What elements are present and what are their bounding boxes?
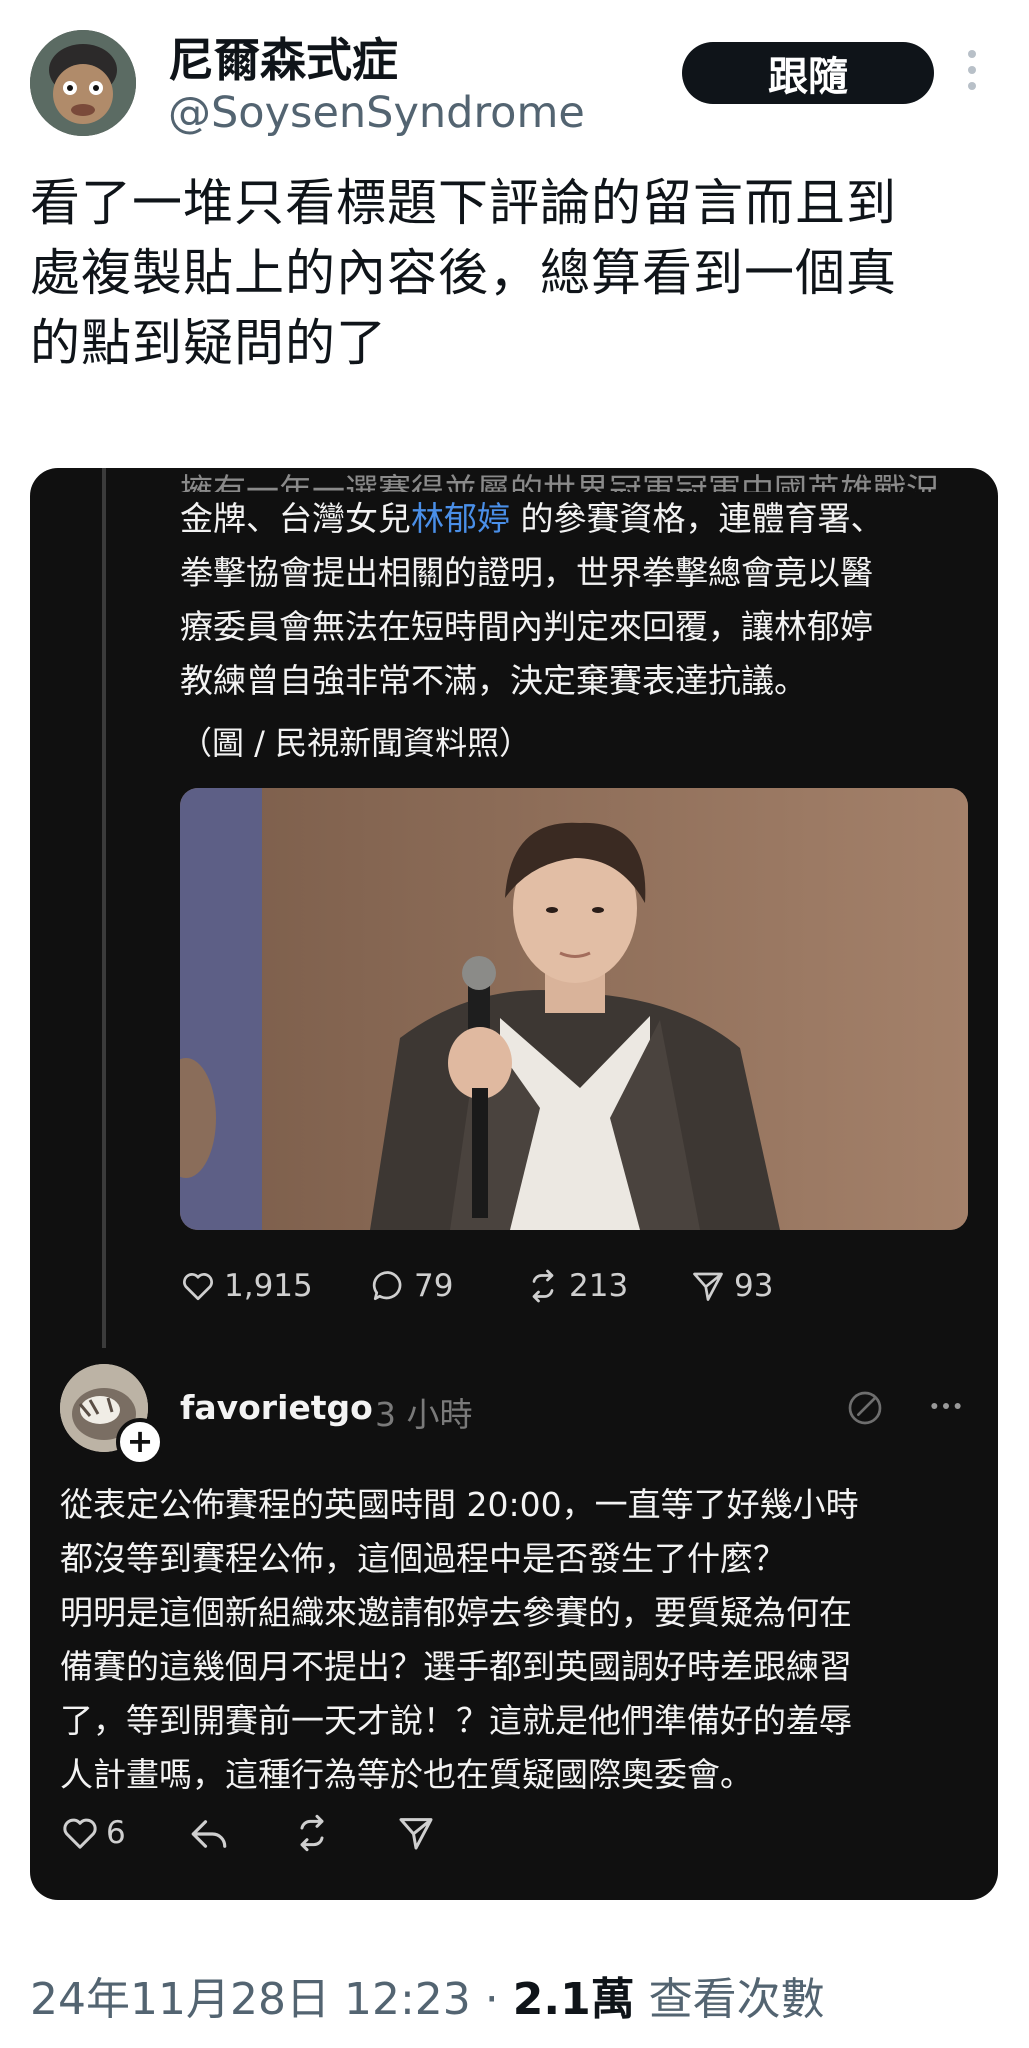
share-count: 93 <box>734 1268 774 1304</box>
reply-reply-button[interactable] <box>188 1813 230 1855</box>
reply-username[interactable]: favorietgo <box>180 1388 373 1427</box>
embedded-post-line: 教練曾自強非常不滿，決定棄賽表達抗議。 <box>180 661 807 700</box>
reply-text: 從表定公佈賽程的英國時間 20:00，一直等了好幾小時 都沒等到賽程公佈，這個過… <box>60 1478 970 1802</box>
heart-icon <box>63 1818 97 1849</box>
comment-icon <box>372 1271 402 1301</box>
tweet-meta: 24年11月28日 12:23 · 2.1萬 查看次數 <box>30 1963 825 2027</box>
linked-name[interactable]: 林郁婷 <box>411 499 510 538</box>
reply-count: 79 <box>414 1268 454 1304</box>
reply-arrow-icon <box>191 1820 227 1848</box>
reply-text-line: 明明是這個新組織來邀請郁婷去參賽的，要質疑為何在 <box>60 1593 852 1632</box>
repost-stat[interactable]: 213 <box>525 1268 628 1304</box>
repost-icon <box>300 1814 324 1852</box>
embedded-screenshot[interactable]: 擁有一年一選賽得並屬的世界冠軍冠軍中國英雄戰況 金牌、台灣女兒林郁婷 的參賽資格… <box>30 468 998 1900</box>
reply-text-line: 人計畫嗎，這種行為等於也在質疑國際奧委會。 <box>60 1755 753 1794</box>
embedded-post-line: 金牌、台灣女兒林郁婷 的參賽資格，連體育署、 <box>180 492 980 546</box>
cut-off-line: 擁有一年一選賽得並屬的世界冠軍冠軍中國英雄戰況 <box>180 471 939 492</box>
reply-share-button[interactable] <box>396 1813 436 1853</box>
follow-button[interactable]: 跟隨 <box>682 42 934 104</box>
like-stat[interactable]: 1,915 <box>180 1268 313 1304</box>
share-stat[interactable]: 93 <box>690 1268 773 1304</box>
tweet-text-line: 處複製貼上的內容後，總算看到一個真 <box>30 244 897 302</box>
photo-caption: （圖 / 民視新聞資料照） <box>180 724 532 762</box>
like-count: 1,915 <box>224 1268 313 1304</box>
reply-more-icon[interactable] <box>926 1386 966 1430</box>
repost-count: 213 <box>569 1268 629 1304</box>
view-label: 查看次數 <box>634 1974 825 2025</box>
embedded-post-line-part: 金牌、台灣女兒 <box>180 499 411 538</box>
author-avatar[interactable] <box>30 30 136 136</box>
reply-text-line: 從表定公佈賽程的英國時間 20:00，一直等了好幾小時 <box>60 1485 859 1524</box>
reply-text-line: 了，等到開賽前一天才說！？這就是他們準備好的羞辱 <box>60 1701 852 1740</box>
follow-plus-icon[interactable]: + <box>116 1418 164 1466</box>
reply-text-line: 都沒等到賽程公佈，這個過程中是否發生了什麼？ <box>60 1539 786 1578</box>
author-display-name[interactable]: 尼爾森式症 <box>168 24 398 90</box>
tweet-datetime[interactable]: 24年11月28日 12:23 <box>30 1974 471 2025</box>
reply-like-button[interactable]: 6 <box>60 1813 126 1853</box>
reply-stat[interactable]: 79 <box>370 1268 453 1304</box>
author-handle[interactable]: @SoysenSyndrome <box>168 88 585 138</box>
send-icon <box>693 1272 723 1301</box>
embedded-post-line: 療委員會無法在短時間內判定來回覆，讓林郁婷 <box>180 607 873 646</box>
reply-text-line: 備賽的這幾個月不提出？選手都到英國調好時差跟練習 <box>60 1647 852 1686</box>
reply-repost-button[interactable] <box>292 1813 332 1853</box>
reply-like-count: 6 <box>106 1815 126 1851</box>
meta-separator: · <box>470 1974 513 2025</box>
view-count: 2.1萬 <box>512 1974 635 2025</box>
repost-icon <box>532 1269 554 1303</box>
embedded-post-text: 擁有一年一選賽得並屬的世界冠軍冠軍中國英雄戰況 金牌、台灣女兒林郁婷 的參賽資格… <box>180 468 980 708</box>
embedded-post-stats: 1,915 79 213 93 <box>180 1268 960 1318</box>
news-photo[interactable] <box>180 788 968 1230</box>
edit-icon[interactable] <box>845 1388 885 1432</box>
heart-icon <box>183 1273 213 1301</box>
more-options-icon[interactable] <box>967 50 977 96</box>
tweet-text: 看了一堆只看標題下評論的留言而且到 處複製貼上的內容後，總算看到一個真 的點到疑… <box>30 168 1010 378</box>
reply-timestamp: 3 小時 <box>375 1395 473 1434</box>
embedded-post-line-part: 的參賽資格，連體育署、 <box>520 499 884 538</box>
reply-actions: 6 <box>60 1813 560 1863</box>
embedded-post-line: 拳擊協會提出相關的證明，世界拳擊總會竟以醫 <box>180 553 873 592</box>
tweet-text-line: 的點到疑問的了 <box>30 314 387 372</box>
send-icon <box>399 1818 433 1850</box>
tweet-text-line: 看了一堆只看標題下評論的留言而且到 <box>30 174 897 232</box>
thread-line <box>102 468 106 1348</box>
